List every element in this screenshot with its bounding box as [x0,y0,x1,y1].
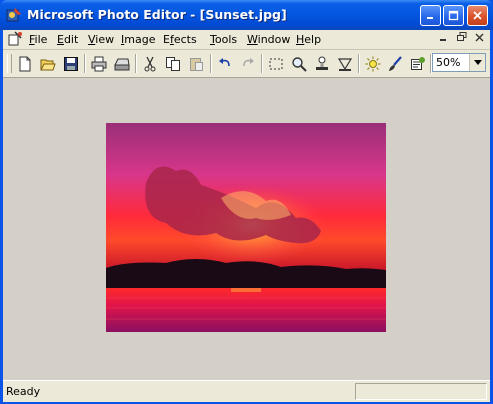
menu-window-rest: indow [257,33,291,46]
scan-icon [114,58,130,71]
maximize-button[interactable] [443,5,464,26]
menu-image[interactable]: Image [121,33,155,46]
scan-button[interactable] [112,54,132,74]
stamp-icon [316,56,328,70]
toolbar-grip[interactable] [7,54,12,73]
menu-effects-pre: E [163,33,170,46]
toolbar-separator [261,54,263,73]
window-title: Microsoft Photo Editor - [Sunset.jpg] [27,7,287,22]
zoom-level-value: 50% [436,56,461,69]
properties-icon [411,57,425,70]
zoom-icon [292,57,307,72]
standard-toolbar: 50% [3,50,490,78]
print-button[interactable] [89,54,109,74]
title-bar[interactable]: Microsoft Photo Editor - [Sunset.jpg] [0,0,493,30]
copy-button[interactable] [163,54,183,74]
cut-icon [144,56,156,72]
close-button[interactable] [467,5,488,26]
properties-button[interactable] [408,54,428,74]
menu-edit-accel: E [57,33,64,46]
balance-icon [337,58,353,71]
cut-button[interactable] [140,54,160,74]
menu-file-rest: ile [34,33,48,46]
menu-effects-rest: ects [173,33,197,46]
status-pane [355,383,487,400]
menu-window[interactable]: Window [247,33,290,46]
maximize-icon [448,10,459,21]
sunset-photo[interactable] [106,123,386,332]
balance-button[interactable] [335,54,355,74]
menu-tools[interactable]: Tools [210,33,237,46]
save-icon [64,57,78,71]
open-icon [40,59,56,71]
menu-edit-rest: dit [63,33,79,46]
status-text: Ready [6,385,41,398]
status-bar: Ready [3,380,490,402]
sunset-image [106,123,386,332]
menu-tools-rest: ools [214,33,238,46]
menu-help-rest: elp [304,33,322,46]
menu-image-rest: mage [124,33,156,46]
photo-editor-app-icon[interactable] [6,7,22,23]
paste-button[interactable] [186,54,206,74]
menu-file[interactable]: File [29,33,47,46]
select-icon [269,58,283,70]
copy-icon [166,57,180,71]
redo-button[interactable] [238,54,258,74]
toolbar-separator [358,54,360,73]
minimize-icon [427,17,433,19]
new-icon [19,56,31,72]
redo-icon [243,58,254,67]
undo-icon [219,58,230,67]
menu-window-accel: W [247,33,258,46]
minimize-icon [440,39,446,41]
document-icon[interactable] [7,31,23,47]
client-frame: File Edit View Image Efects Tools Window… [3,30,490,402]
chevron-down-icon [473,60,482,65]
menu-effects[interactable]: Efects [163,33,197,46]
minimize-button[interactable] [420,5,441,26]
brightness-button[interactable] [363,54,383,74]
menu-help[interactable]: Help [296,33,321,46]
app-window: Microsoft Photo Editor - [Sunset.jpg] Fi… [0,0,493,404]
image-workspace[interactable] [3,78,490,380]
paintbrush-button[interactable] [385,54,405,74]
select-button[interactable] [266,54,286,74]
menu-view[interactable]: View [88,33,114,46]
brightness-icon [365,56,381,72]
zoom-button[interactable] [289,54,309,74]
mdi-close-button[interactable] [472,32,487,46]
restore-icon [456,32,466,41]
menu-view-rest: iew [95,33,115,46]
toolbar-separator [84,54,86,73]
menu-edit[interactable]: Edit [57,33,78,46]
paste-icon [190,58,203,71]
save-button[interactable] [61,54,81,74]
menu-bar: File Edit View Image Efects Tools Window… [3,30,490,50]
undo-button[interactable] [215,54,235,74]
mdi-restore-button[interactable] [454,32,469,46]
new-button[interactable] [15,54,35,74]
toolbar-separator [135,54,137,73]
close-icon [473,11,482,20]
paintbrush-icon [389,56,402,71]
open-button[interactable] [38,54,58,74]
zoom-level-select[interactable]: 50% [432,53,486,72]
zoom-dropdown-button[interactable] [469,54,485,71]
toolbar-separator [210,54,212,73]
print-icon [91,56,107,72]
close-icon [475,33,484,42]
mdi-minimize-button[interactable] [436,32,451,46]
stamp-button[interactable] [312,54,332,74]
